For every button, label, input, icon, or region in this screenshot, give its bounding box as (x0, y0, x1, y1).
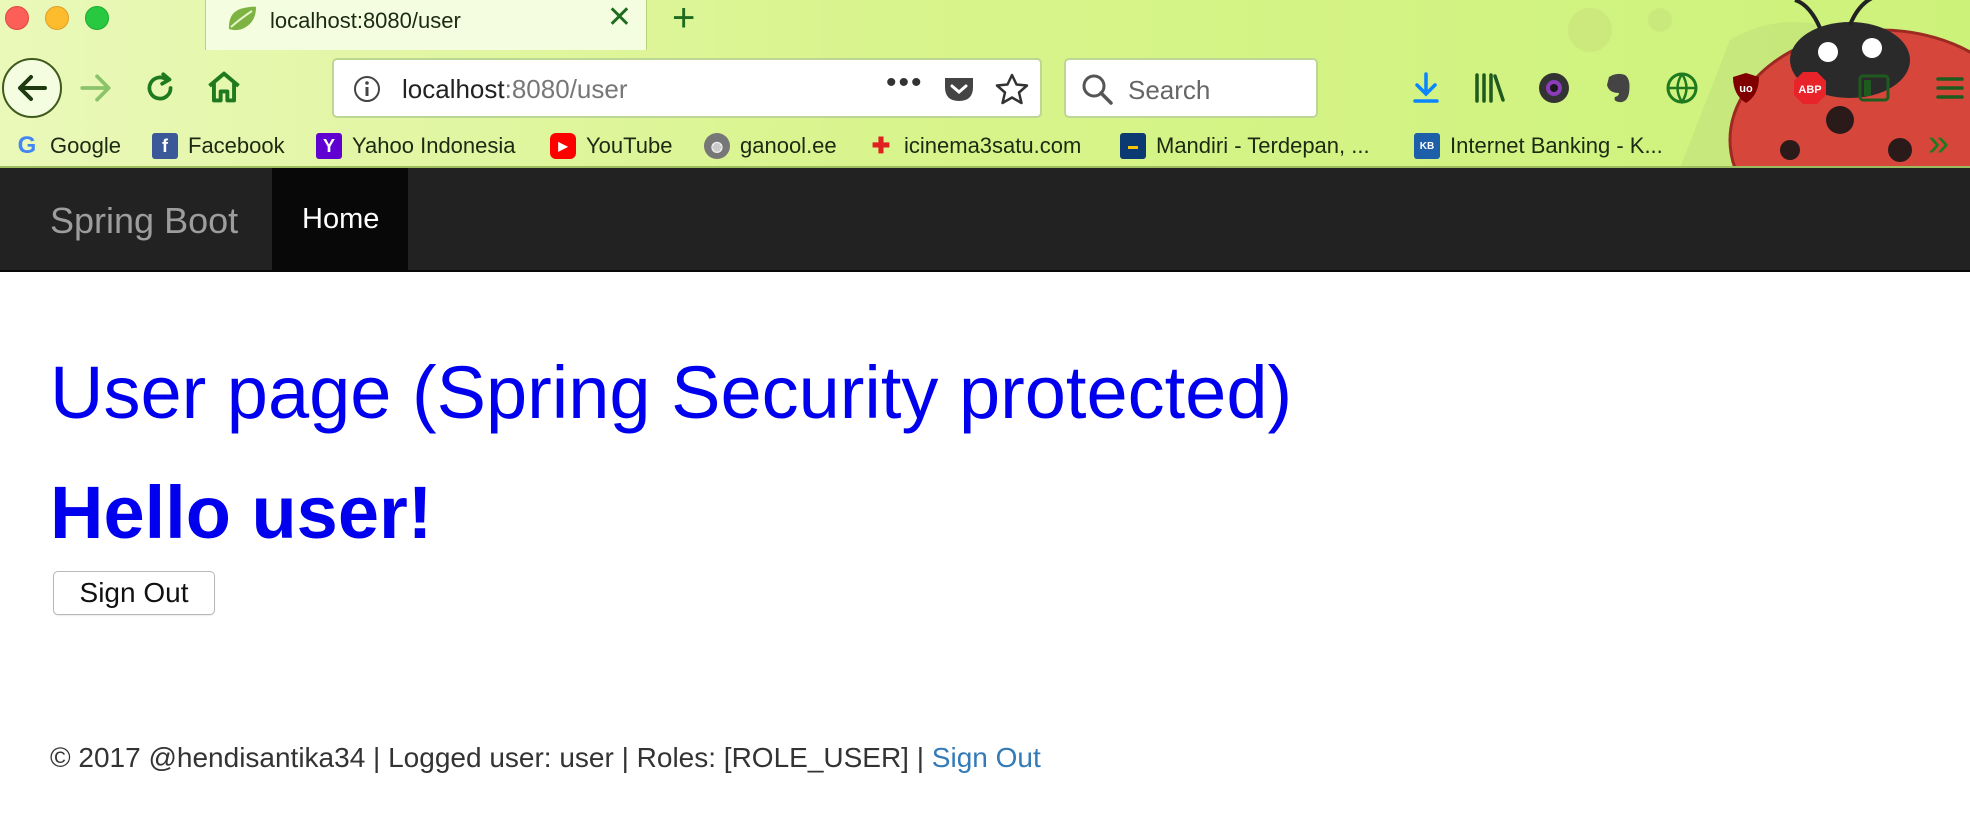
bookmark-star-icon[interactable] (994, 72, 1030, 106)
youtube-icon: ▶ (550, 133, 576, 159)
window-close-button[interactable] (5, 6, 29, 30)
url-text[interactable]: localhost:8080/user (402, 74, 628, 105)
url-bar[interactable]: localhost:8080/user ••• (332, 58, 1042, 118)
greeting-heading: Hello user! (50, 471, 433, 554)
mandiri-icon: ▬ (1120, 133, 1146, 159)
svg-text:uo: uo (1739, 83, 1753, 95)
yahoo-icon: Y (316, 133, 342, 159)
window-maximize-button[interactable] (85, 6, 109, 30)
url-host: localhost (402, 74, 505, 104)
forward-button[interactable] (78, 70, 114, 106)
camera-extension-icon[interactable] (1536, 70, 1572, 106)
url-path: :8080/user (504, 74, 628, 104)
bookmark-mandiri[interactable]: ▬ Mandiri - Terdepan, ... (1120, 130, 1370, 162)
search-bar[interactable]: Search (1064, 58, 1318, 118)
navbar-brand[interactable]: Spring Boot (50, 200, 238, 242)
bookmark-label: Google (50, 133, 121, 158)
bookmarks-toolbar: G Google f Facebook Y Yahoo Indonesia ▶ … (0, 122, 1970, 168)
spring-leaf-icon (228, 6, 256, 31)
bookmark-label: icinema3satu.com (904, 133, 1082, 158)
bookmark-label: Facebook (188, 133, 285, 158)
bookmark-label: ganool.ee (740, 133, 837, 158)
icinema-icon: ✚ (871, 133, 891, 158)
page-actions-icon[interactable]: ••• (886, 66, 924, 100)
bookmark-label: Internet Banking - K... (1450, 133, 1663, 158)
back-arrow-icon (18, 75, 47, 101)
browser-chrome: localhost:8080/user ✕ + localhost:8080/u… (0, 0, 1970, 168)
site-navbar: Spring Boot Home (0, 168, 1970, 272)
reload-button[interactable] (142, 70, 178, 106)
bookmark-internet-banking[interactable]: KB Internet Banking - K... (1414, 130, 1663, 162)
bookmark-facebook[interactable]: f Facebook (152, 130, 285, 162)
footer-text: © 2017 @hendisantika34 | Logged user: us… (50, 742, 932, 773)
google-icon: G (17, 132, 37, 159)
footer-sign-out-link[interactable]: Sign Out (932, 742, 1041, 773)
footer: © 2017 @hendisantika34 | Logged user: us… (50, 742, 1041, 774)
svg-text:ABP: ABP (1798, 84, 1821, 96)
search-input[interactable]: Search (1128, 75, 1210, 106)
info-icon[interactable] (352, 74, 382, 104)
tab-close-icon[interactable]: ✕ (607, 3, 632, 33)
window-minimize-button[interactable] (45, 6, 69, 30)
nav-home-item[interactable]: Home (272, 168, 408, 270)
bookmark-icinema[interactable]: ✚ icinema3satu.com (868, 130, 1082, 162)
adblock-plus-icon[interactable]: ABP (1792, 70, 1828, 106)
evernote-icon[interactable] (1600, 70, 1636, 106)
sidebar-icon[interactable] (1856, 70, 1892, 106)
tab-strip: localhost:8080/user ✕ + (0, 0, 1970, 50)
tab-title: localhost:8080/user (270, 8, 461, 33)
nav-home-label: Home (302, 203, 380, 235)
menu-icon[interactable] (1932, 70, 1968, 106)
facebook-icon: f (152, 133, 178, 159)
bookmark-yahoo[interactable]: Y Yahoo Indonesia (316, 130, 516, 162)
tab-active[interactable]: localhost:8080/user ✕ (205, 0, 647, 50)
home-button[interactable] (205, 68, 243, 106)
globe-icon: ◍ (704, 133, 730, 159)
bookmark-label: Mandiri - Terdepan, ... (1156, 133, 1370, 158)
bookmark-label: Yahoo Indonesia (352, 133, 516, 158)
ublock-icon[interactable]: uo (1728, 70, 1764, 106)
new-tab-icon[interactable]: + (672, 0, 695, 41)
back-button[interactable] (2, 58, 62, 118)
bookmark-ganool[interactable]: ◍ ganool.ee (704, 130, 837, 162)
search-icon (1082, 74, 1113, 105)
bookmark-google[interactable]: G Google (14, 130, 121, 162)
page-title: User page (Spring Security protected) (50, 351, 1293, 434)
bookmark-label: YouTube (586, 133, 673, 158)
globe-extension-icon[interactable] (1664, 70, 1700, 106)
sign-out-button[interactable]: Sign Out (53, 571, 215, 615)
bookmarks-overflow-icon[interactable]: » (1928, 122, 1949, 165)
bank-icon: KB (1414, 133, 1440, 159)
library-icon[interactable] (1472, 70, 1508, 106)
pocket-icon[interactable] (942, 74, 976, 104)
bookmark-youtube[interactable]: ▶ YouTube (550, 130, 672, 162)
downloads-icon[interactable] (1408, 70, 1444, 106)
